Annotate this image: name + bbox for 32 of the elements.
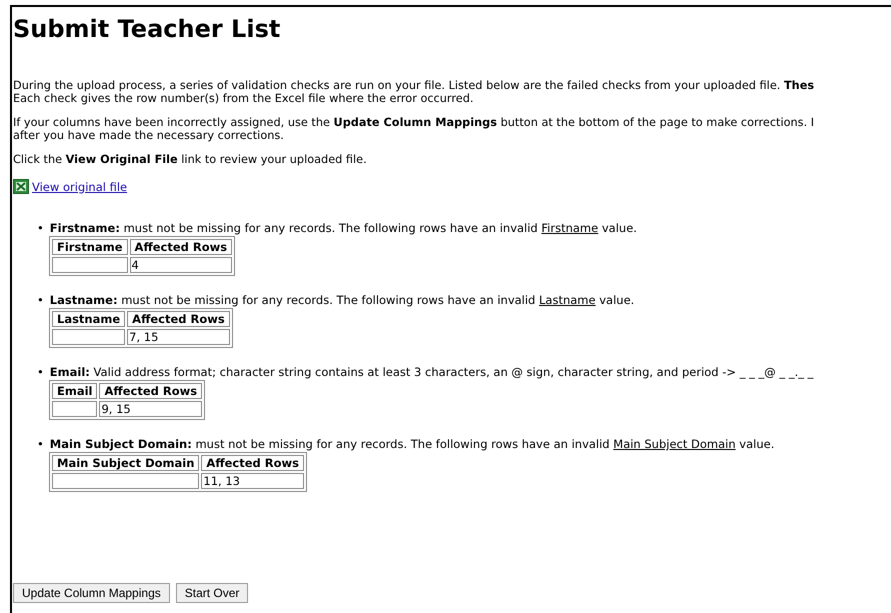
check-description: Email: Valid address format; character string contains at least 3 characters, an @ sign, character string, and period -> _ _ _@ _ _._ _: [50, 364, 814, 380]
column-header: Lastname: [52, 311, 126, 327]
instruction-text: If your columns have been incorrectly assigned, use the Update Column Mappings button at the bottom of the page to make corrections. I after you have made the necessary corrections.: [13, 116, 816, 142]
column-header: Email: [52, 383, 98, 399]
instruction-text: During the upload process, a series of validation checks are run on your file. Listed below are the failed checks from your uploaded file. Thes Each check gives the row number(s) from the Excel file where the error occurred.: [13, 79, 816, 105]
instruction-text: Click the View Original File link to review your uploaded file.: [13, 153, 368, 166]
table-cell: 4: [130, 257, 232, 273]
column-header: Affected Rows: [201, 455, 304, 471]
table-cell: 7, 15: [127, 329, 230, 345]
check-description: Lastname: must not be missing for any records. The following rows have an invalid Lastname value.: [50, 292, 634, 308]
table-cell: 9, 15: [99, 401, 202, 417]
table-cell: [52, 401, 98, 417]
column-header: Affected Rows: [127, 311, 230, 327]
bullet: •: [37, 292, 44, 308]
field-term: Firstname: [541, 221, 598, 235]
action-button[interactable]: Update Column Mappings: [13, 583, 170, 603]
page-title: Submit Teacher List: [13, 15, 282, 43]
bullet: •: [37, 436, 44, 452]
view-file-link[interactable]: View original file: [32, 180, 128, 194]
field-term: Main Subject Domain: [613, 437, 736, 451]
column-header: Affected Rows: [130, 239, 232, 255]
field-term: Lastname: [539, 293, 596, 307]
column-header: Firstname: [52, 239, 128, 255]
table-cell: 11, 13: [201, 473, 304, 489]
spreadsheet-icon: [13, 179, 29, 194]
column-header: Main Subject Domain: [52, 455, 200, 471]
column-header: Affected Rows: [99, 383, 202, 399]
bullet: •: [37, 364, 44, 380]
check-description: Firstname: must not be missing for any records. The following rows have an invalid Firstname value.: [50, 220, 637, 236]
bullet: •: [37, 220, 44, 236]
action-button[interactable]: Start Over: [176, 583, 248, 603]
check-description: Main Subject Domain: must not be missing for any records. The following rows have an invalid Main Subject Domain value.: [50, 436, 774, 452]
